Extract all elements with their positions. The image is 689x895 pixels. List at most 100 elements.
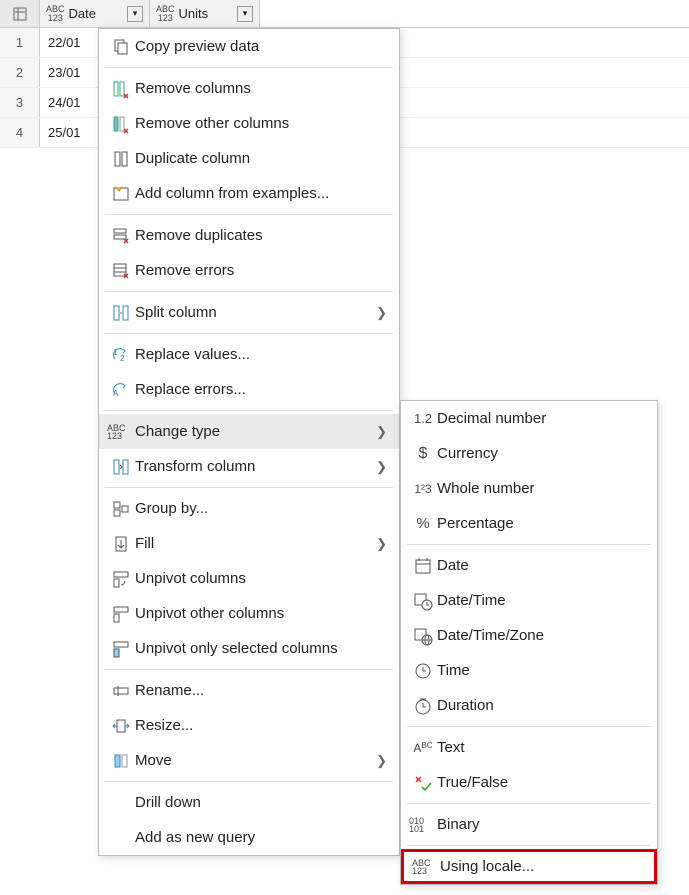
menu-remove-columns[interactable]: Remove columns <box>99 71 399 106</box>
duplicate-column-icon <box>107 149 135 169</box>
separator <box>407 845 651 846</box>
menu-move[interactable]: Move ❯ <box>99 743 399 778</box>
datetime-icon <box>409 591 437 611</box>
submenu-text[interactable]: ABC Text <box>401 730 657 765</box>
submenu-using-locale[interactable]: ABC123 Using locale... <box>401 849 657 884</box>
replace-values-icon: 12 <box>107 345 135 365</box>
submenu-date[interactable]: Date <box>401 548 657 583</box>
add-column-examples-icon <box>107 184 135 204</box>
separator <box>407 803 651 804</box>
menu-unpivot-selected[interactable]: Unpivot only selected columns <box>99 631 399 666</box>
menu-remove-other-columns[interactable]: Remove other columns <box>99 106 399 141</box>
submenu-time[interactable]: Time <box>401 653 657 688</box>
using-locale-icon: ABC123 <box>412 859 440 875</box>
submenu-duration[interactable]: Duration <box>401 688 657 723</box>
menu-drill-down[interactable]: Drill down <box>99 785 399 820</box>
resize-icon <box>107 716 135 736</box>
column-name: Date <box>69 6 96 21</box>
menu-unpivot-columns[interactable]: Unpivot columns <box>99 561 399 596</box>
duration-icon <box>409 696 437 716</box>
submenu-datetimezone[interactable]: Date/Time/Zone <box>401 618 657 653</box>
text-icon: ABC <box>409 741 437 755</box>
change-type-submenu: 1.2 Decimal number $ Currency 1²3 Whole … <box>400 400 658 885</box>
table-corner[interactable] <box>0 0 40 27</box>
submenu-datetime[interactable]: Date/Time <box>401 583 657 618</box>
submenu-currency[interactable]: $ Currency <box>401 436 657 471</box>
datetimezone-icon <box>409 626 437 646</box>
rename-icon <box>107 681 135 701</box>
transform-column-icon <box>107 457 135 477</box>
separator <box>105 487 393 488</box>
percentage-icon: % <box>409 515 437 532</box>
unpivot-selected-icon <box>107 639 135 659</box>
date-icon <box>409 556 437 576</box>
filter-dropdown-icon[interactable]: ▾ <box>237 6 253 22</box>
type-icon: ABC123 <box>46 5 65 23</box>
truefalse-icon <box>409 773 437 793</box>
svg-text:2: 2 <box>120 354 125 363</box>
replace-errors-icon: A <box>107 380 135 400</box>
whole-number-icon: 1²3 <box>409 482 437 496</box>
column-name: Units <box>179 6 209 21</box>
time-icon <box>409 661 437 681</box>
menu-replace-errors[interactable]: A Replace errors... <box>99 372 399 407</box>
row-number: 4 <box>0 118 40 147</box>
menu-remove-errors[interactable]: Remove errors <box>99 253 399 288</box>
menu-group-by[interactable]: Group by... <box>99 491 399 526</box>
decimal-icon: 1.2 <box>409 411 437 426</box>
menu-copy-preview-data[interactable]: Copy preview data <box>99 29 399 64</box>
filter-dropdown-icon[interactable]: ▾ <box>127 6 143 22</box>
submenu-binary[interactable]: 010101 Binary <box>401 807 657 842</box>
column-header-date[interactable]: ABC123 Date ▾ <box>40 0 150 27</box>
menu-resize[interactable]: Resize... <box>99 708 399 743</box>
menu-unpivot-other-columns[interactable]: Unpivot other columns <box>99 596 399 631</box>
table-header-row: ABC123 Date ▾ ABC123 Units ▾ <box>0 0 689 28</box>
submenu-decimal-number[interactable]: 1.2 Decimal number <box>401 401 657 436</box>
row-number: 1 <box>0 28 40 57</box>
separator <box>105 669 393 670</box>
chevron-right-icon: ❯ <box>376 536 387 552</box>
submenu-whole-number[interactable]: 1²3 Whole number <box>401 471 657 506</box>
menu-remove-duplicates[interactable]: Remove duplicates <box>99 218 399 253</box>
separator <box>407 544 651 545</box>
separator <box>105 67 393 68</box>
menu-split-column[interactable]: Split column ❯ <box>99 295 399 330</box>
menu-add-as-new-query[interactable]: Add as new query <box>99 820 399 855</box>
separator <box>105 333 393 334</box>
chevron-right-icon: ❯ <box>376 424 387 440</box>
menu-change-type[interactable]: ABC123 Change type ❯ <box>99 414 399 449</box>
row-number: 2 <box>0 58 40 87</box>
submenu-truefalse[interactable]: True/False <box>401 765 657 800</box>
submenu-percentage[interactable]: % Percentage <box>401 506 657 541</box>
separator <box>105 781 393 782</box>
move-icon <box>107 751 135 771</box>
type-icon: ABC123 <box>156 5 175 23</box>
remove-duplicates-icon <box>107 226 135 246</box>
separator <box>105 410 393 411</box>
column-header-units[interactable]: ABC123 Units ▾ <box>150 0 260 27</box>
binary-icon: 010101 <box>409 817 437 833</box>
menu-replace-values[interactable]: 12 Replace values... <box>99 337 399 372</box>
menu-add-column-from-examples[interactable]: Add column from examples... <box>99 176 399 211</box>
chevron-right-icon: ❯ <box>376 753 387 769</box>
context-menu: Copy preview data Remove columns Remove … <box>98 28 400 856</box>
chevron-right-icon: ❯ <box>376 459 387 475</box>
fill-icon <box>107 534 135 554</box>
copy-icon <box>107 37 135 57</box>
split-column-icon <box>107 303 135 323</box>
group-by-icon <box>107 499 135 519</box>
chevron-right-icon: ❯ <box>376 305 387 321</box>
remove-columns-icon <box>107 79 135 99</box>
unpivot-other-icon <box>107 604 135 624</box>
unpivot-icon <box>107 569 135 589</box>
separator <box>105 214 393 215</box>
separator <box>407 726 651 727</box>
menu-fill[interactable]: Fill ❯ <box>99 526 399 561</box>
remove-errors-icon <box>107 261 135 281</box>
row-number: 3 <box>0 88 40 117</box>
menu-transform-column[interactable]: Transform column ❯ <box>99 449 399 484</box>
menu-duplicate-column[interactable]: Duplicate column <box>99 141 399 176</box>
currency-icon: $ <box>409 445 437 463</box>
menu-rename[interactable]: Rename... <box>99 673 399 708</box>
remove-other-columns-icon <box>107 114 135 134</box>
